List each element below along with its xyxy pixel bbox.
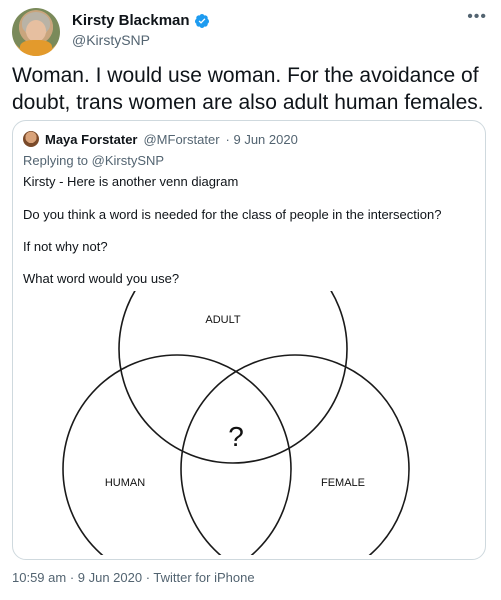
more-options-icon[interactable]: ••• bbox=[467, 8, 487, 26]
venn-circle-human bbox=[62, 354, 292, 555]
venn-diagram: ADULT HUMAN FEMALE ? bbox=[62, 291, 410, 555]
author-handle[interactable]: @KirstySNP bbox=[72, 32, 150, 48]
quoted-header: Maya Forstater @MForstater · 9 Jun 2020 bbox=[23, 131, 298, 147]
quoted-avatar[interactable] bbox=[23, 131, 39, 147]
quoted-line-1: Kirsty - Here is another venn diagram bbox=[23, 174, 239, 189]
venn-circle-female bbox=[180, 354, 410, 555]
venn-label-female: FEMALE bbox=[321, 477, 365, 489]
venn-center-question: ? bbox=[228, 421, 244, 452]
author-name-row[interactable]: Kirsty Blackman bbox=[72, 12, 210, 29]
avatar[interactable] bbox=[12, 8, 60, 56]
replying-mention[interactable]: @KirstySNP bbox=[92, 153, 164, 168]
venn-label-human: HUMAN bbox=[105, 477, 145, 489]
quoted-line-4: What word would you use? bbox=[23, 271, 180, 286]
quoted-date[interactable]: · 9 Jun 2020 bbox=[226, 132, 298, 147]
author-name[interactable]: Kirsty Blackman bbox=[72, 12, 190, 29]
quoted-line-2: Do you think a word is needed for the cl… bbox=[23, 207, 442, 222]
venn-label-adult: ADULT bbox=[205, 314, 241, 326]
verified-badge-icon bbox=[194, 13, 209, 28]
avatar-face bbox=[26, 20, 46, 42]
quoted-line-3: If not why not? bbox=[23, 239, 108, 254]
quoted-tweet[interactable]: Maya Forstater @MForstater · 9 Jun 2020 … bbox=[12, 120, 486, 560]
tweet-text: Woman. I would use woman. For the avoida… bbox=[12, 64, 484, 114]
quoted-author-handle[interactable]: @MForstater bbox=[143, 132, 219, 147]
tweet-meta[interactable]: 10:59 am · 9 Jun 2020 · Twitter for iPho… bbox=[12, 570, 255, 585]
quoted-author-name[interactable]: Maya Forstater bbox=[45, 132, 137, 147]
replying-to: Replying to @KirstySNP bbox=[23, 153, 164, 168]
avatar-scarf bbox=[20, 40, 52, 56]
replying-prefix: Replying to bbox=[23, 153, 89, 168]
